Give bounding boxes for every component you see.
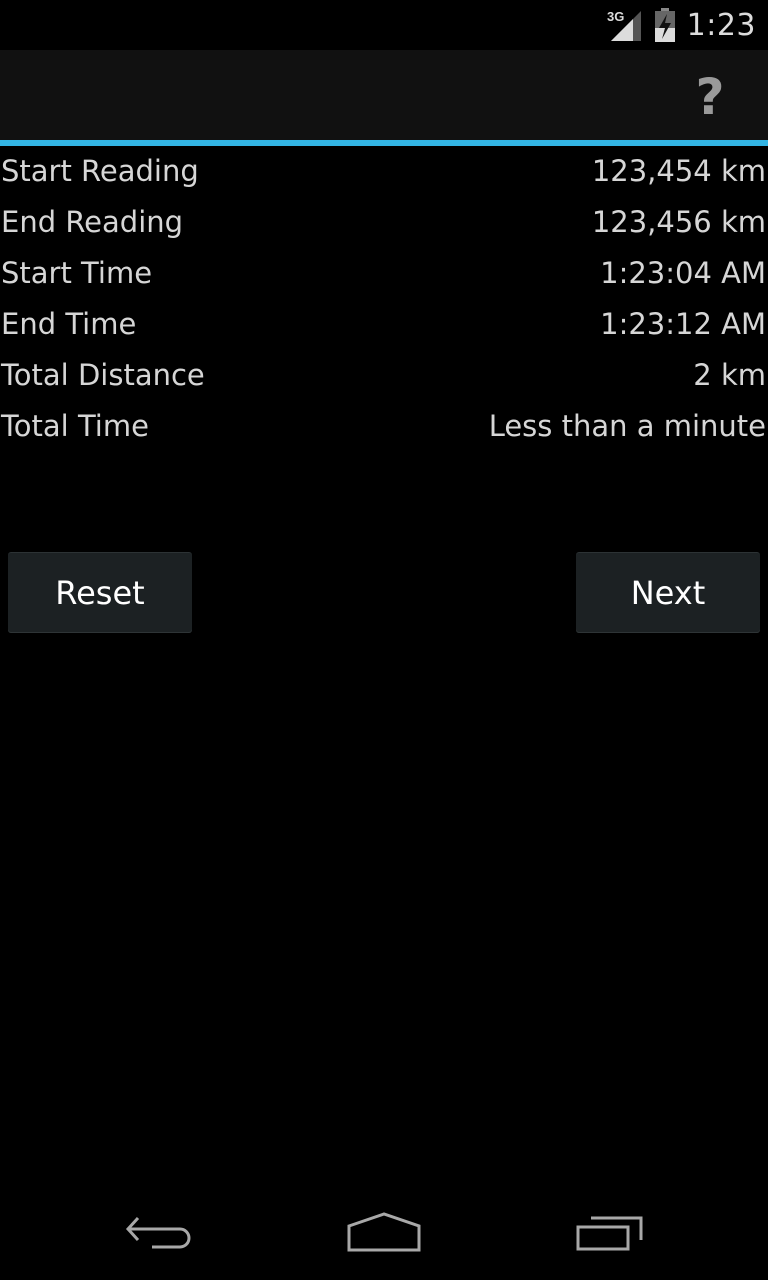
back-button[interactable] — [104, 1202, 214, 1268]
detail-value: 123,454 km — [591, 154, 766, 188]
detail-row-start-time: Start Time 1:23:04 AM — [0, 250, 768, 301]
home-icon — [346, 1212, 422, 1258]
status-time: 1:23 — [686, 7, 756, 43]
navigation-bar — [0, 1192, 768, 1280]
status-icons: 3G 1:23 — [607, 0, 756, 50]
detail-row-start-reading: Start Reading 123,454 km — [0, 148, 768, 199]
detail-value: 123,456 km — [591, 205, 766, 239]
detail-value: 1:23:12 AM — [600, 307, 766, 341]
help-icon: ? — [695, 68, 725, 126]
help-button[interactable]: ? — [690, 62, 730, 132]
trip-details: Start Reading 123,454 km End Reading 123… — [0, 148, 768, 454]
back-icon — [124, 1213, 194, 1257]
detail-label: Start Time — [1, 256, 153, 290]
detail-label: End Time — [1, 307, 137, 341]
next-button[interactable]: Next — [576, 552, 760, 633]
recent-apps-icon — [575, 1213, 645, 1257]
detail-row-end-reading: End Reading 123,456 km — [0, 199, 768, 250]
detail-value: 1:23:04 AM — [600, 256, 766, 290]
action-bar — [0, 50, 768, 140]
detail-value: 2 km — [693, 358, 766, 392]
network-type-label: 3G — [607, 9, 624, 24]
detail-label: End Reading — [1, 205, 184, 239]
detail-row-end-time: End Time 1:23:12 AM — [0, 301, 768, 352]
reset-button[interactable]: Reset — [8, 552, 192, 633]
home-button[interactable] — [329, 1202, 439, 1268]
detail-label: Total Time — [1, 409, 149, 443]
signal-icon: 3G — [607, 7, 643, 43]
detail-value: Less than a minute — [488, 409, 766, 443]
detail-row-total-distance: Total Distance 2 km — [0, 352, 768, 403]
recent-apps-button[interactable] — [555, 1202, 665, 1268]
detail-label: Start Reading — [1, 154, 199, 188]
status-bar: 3G 1:23 — [0, 0, 768, 50]
detail-row-total-time: Total Time Less than a minute — [0, 403, 768, 454]
action-bar-divider — [0, 140, 768, 146]
battery-charging-icon — [653, 8, 677, 42]
detail-label: Total Distance — [1, 358, 205, 392]
